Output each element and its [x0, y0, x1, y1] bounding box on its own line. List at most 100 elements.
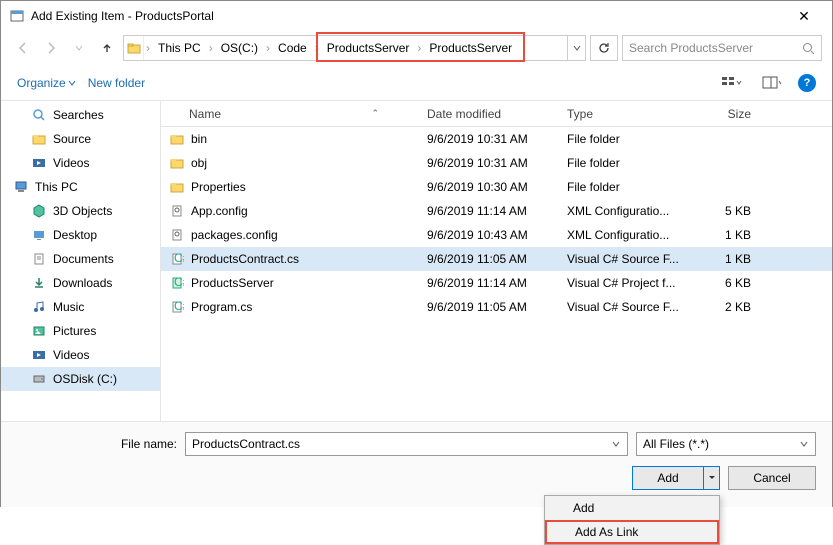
chevron-right-icon: › [264, 41, 272, 55]
sidebar-item-label: Desktop [53, 228, 97, 242]
file-row[interactable]: packages.config9/6/2019 10:43 AMXML Conf… [161, 223, 832, 247]
file-date: 9/6/2019 10:43 AM [419, 228, 559, 242]
file-row[interactable]: C#Program.cs9/6/2019 11:05 AMVisual C# S… [161, 295, 832, 319]
file-row[interactable]: obj9/6/2019 10:31 AMFile folder [161, 151, 832, 175]
col-name-header[interactable]: Name⌃ [161, 107, 419, 121]
sidebar-item[interactable]: Searches [1, 103, 160, 127]
sidebar-item[interactable]: Videos [1, 343, 160, 367]
sidebar-item-label: Videos [53, 156, 89, 170]
pics-icon [31, 323, 47, 339]
file-name: ProductsContract.cs [191, 252, 299, 266]
file-type: File folder [559, 156, 685, 170]
sidebar-item[interactable]: OSDisk (C:) [1, 367, 160, 391]
sidebar-item-label: Source [53, 132, 91, 146]
file-size: 2 KB [685, 300, 765, 314]
file-name: Program.cs [191, 300, 252, 314]
file-type: Visual C# Project f... [559, 276, 685, 290]
close-button[interactable]: ✕ [784, 8, 824, 25]
down-icon [31, 275, 47, 291]
refresh-button[interactable] [590, 35, 618, 61]
back-button[interactable] [11, 36, 35, 60]
file-name: Properties [191, 180, 246, 194]
videos-icon [31, 155, 47, 171]
sidebar-item[interactable]: Source [1, 127, 160, 151]
folder-icon [31, 131, 47, 147]
bottom-panel: File name: ProductsContract.cs All Files… [1, 421, 832, 507]
sidebar-item[interactable]: 3D Objects [1, 199, 160, 223]
sidebar-item-label: Music [53, 300, 84, 314]
help-button[interactable]: ? [798, 74, 816, 92]
cs-icon: C# [169, 251, 185, 267]
file-row[interactable]: bin9/6/2019 10:31 AMFile folder [161, 127, 832, 151]
title-bar: Add Existing Item - ProductsPortal ✕ [1, 1, 832, 31]
toolbar: Organize New folder ? [1, 65, 832, 101]
dropdown-item[interactable]: Add As Link [545, 520, 719, 544]
sidebar-item[interactable]: Documents [1, 247, 160, 271]
music-icon [31, 299, 47, 315]
nav-row: › This PC › OS(C:) › Code › ProductsServ… [1, 31, 832, 65]
filter-dropdown[interactable]: All Files (*.*) [636, 432, 816, 456]
up-button[interactable] [95, 36, 119, 60]
col-type-header[interactable]: Type [559, 107, 685, 121]
sidebar-item-label: 3D Objects [53, 204, 112, 218]
file-date: 9/6/2019 11:05 AM [419, 252, 559, 266]
sidebar: Searches Source Videos This PC 3D Objects Des… [1, 101, 161, 421]
breadcrumb-item[interactable]: ProductsServer [321, 36, 416, 60]
file-size: 6 KB [685, 276, 765, 290]
sidebar-item[interactable]: Desktop [1, 223, 160, 247]
file-date: 9/6/2019 11:14 AM [419, 276, 559, 290]
dropdown-item[interactable]: Add [545, 496, 719, 520]
cancel-button[interactable]: Cancel [728, 466, 816, 490]
col-date-header[interactable]: Date modified [419, 107, 559, 121]
sidebar-item[interactable]: Pictures [1, 319, 160, 343]
sidebar-item[interactable]: Videos [1, 151, 160, 175]
file-row[interactable]: C# ProductsContract.cs 9/6/2019 11:05 AMVi… [161, 247, 832, 271]
chevron-down-icon [799, 439, 809, 449]
chevron-down-icon[interactable] [611, 439, 621, 449]
sidebar-item[interactable]: Downloads [1, 271, 160, 295]
breadcrumb-dropdown[interactable] [567, 36, 585, 60]
videos-icon [31, 347, 47, 363]
file-type: Visual C# Source F... [559, 252, 685, 266]
file-type: XML Configuratio... [559, 204, 685, 218]
file-date: 9/6/2019 10:31 AM [419, 132, 559, 146]
window-title: Add Existing Item - ProductsPortal [31, 9, 784, 23]
add-split-button[interactable] [703, 467, 719, 489]
desktop-icon [31, 227, 47, 243]
breadcrumb[interactable]: › This PC › OS(C:) › Code › ProductsServ… [123, 35, 586, 61]
file-size: 1 KB [685, 228, 765, 242]
breadcrumb-item[interactable]: This PC [152, 36, 207, 60]
sidebar-item[interactable]: Music [1, 295, 160, 319]
sidebar-item-label: Videos [53, 348, 89, 362]
file-date: 9/6/2019 10:30 AM [419, 180, 559, 194]
organize-menu[interactable]: Organize [17, 76, 76, 90]
file-row[interactable]: C#ProductsServer9/6/2019 11:14 AMVisual … [161, 271, 832, 295]
breadcrumb-item[interactable]: OS(C:) [215, 36, 264, 60]
add-button[interactable]: Add [632, 466, 720, 490]
file-row[interactable]: App.config9/6/2019 11:14 AMXML Configura… [161, 199, 832, 223]
filename-label: File name: [17, 437, 177, 451]
preview-pane-button[interactable] [758, 71, 786, 95]
sidebar-item-label: This PC [35, 180, 78, 194]
view-options[interactable] [718, 71, 746, 95]
column-headers: Name⌃ Date modified Type Size [161, 101, 832, 127]
docs-icon [31, 251, 47, 267]
sidebar-item[interactable]: This PC [1, 175, 160, 199]
recent-dropdown[interactable] [67, 36, 91, 60]
file-size: 1 KB [685, 252, 765, 266]
chevron-right-icon: › [415, 41, 423, 55]
filename-input[interactable]: ProductsContract.cs [185, 432, 628, 456]
breadcrumb-item[interactable]: ProductsServer [423, 36, 518, 60]
breadcrumb-item[interactable]: Code [272, 36, 313, 60]
col-size-header[interactable]: Size [685, 107, 765, 121]
forward-button[interactable] [39, 36, 63, 60]
file-row[interactable]: Properties9/6/2019 10:30 AMFile folder [161, 175, 832, 199]
search-icon [802, 42, 815, 55]
sort-asc-icon: ⌃ [371, 108, 379, 119]
3d-icon [31, 203, 47, 219]
file-type: File folder [559, 132, 685, 146]
folder-icon [169, 179, 185, 195]
search-input[interactable]: Search ProductsServer [622, 35, 822, 61]
file-name: packages.config [191, 228, 278, 242]
new-folder-button[interactable]: New folder [88, 76, 145, 90]
